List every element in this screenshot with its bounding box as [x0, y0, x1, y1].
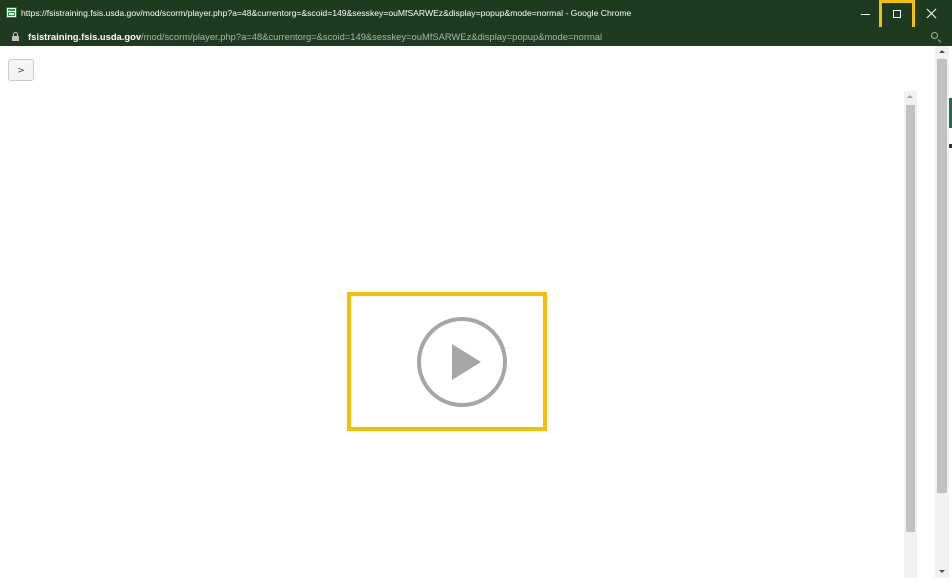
url-domain: fsistraining.fsis.usda.gov [28, 31, 142, 42]
close-icon [926, 8, 937, 19]
minimize-icon [860, 14, 870, 15]
close-button[interactable] [914, 0, 948, 27]
maximize-icon [893, 9, 901, 18]
title-bar: https://fsistraining.fsis.usda.gov/mod/s… [0, 0, 952, 27]
zoom-icon[interactable] [931, 32, 938, 39]
page-scrollbar-thumb[interactable] [937, 59, 947, 493]
page-scrollbar[interactable] [935, 46, 949, 578]
minimize-button[interactable] [848, 0, 882, 27]
browser-popup-window: https://fsistraining.fsis.usda.gov/mod/s… [0, 0, 952, 578]
address-bar[interactable]: fsistraining.fsis.usda.gov/mod/scorm/pla… [0, 27, 952, 46]
scrollbar-thumb[interactable] [906, 105, 915, 532]
url-text[interactable]: fsistraining.fsis.usda.gov/mod/scorm/pla… [28, 31, 602, 42]
window-title: https://fsistraining.fsis.usda.gov/mod/s… [21, 8, 632, 18]
maximize-button[interactable] [880, 0, 914, 27]
page-scroll-down-arrow-icon[interactable] [939, 570, 945, 573]
inner-scrollbar[interactable] [904, 91, 917, 578]
play-button-highlight-box [347, 292, 547, 431]
scroll-up-arrow-icon[interactable] [907, 95, 913, 98]
browser-window-icon [6, 7, 17, 18]
url-path: /mod/scorm/player.php?a=48&currentorg=&s… [141, 31, 603, 42]
play-circle-icon[interactable] [417, 317, 507, 407]
scorm-player-content: > [0, 46, 952, 578]
toc-toggle-button[interactable]: > [8, 59, 34, 81]
lock-icon[interactable] [12, 32, 19, 41]
page-scroll-up-arrow-icon[interactable] [939, 50, 945, 53]
